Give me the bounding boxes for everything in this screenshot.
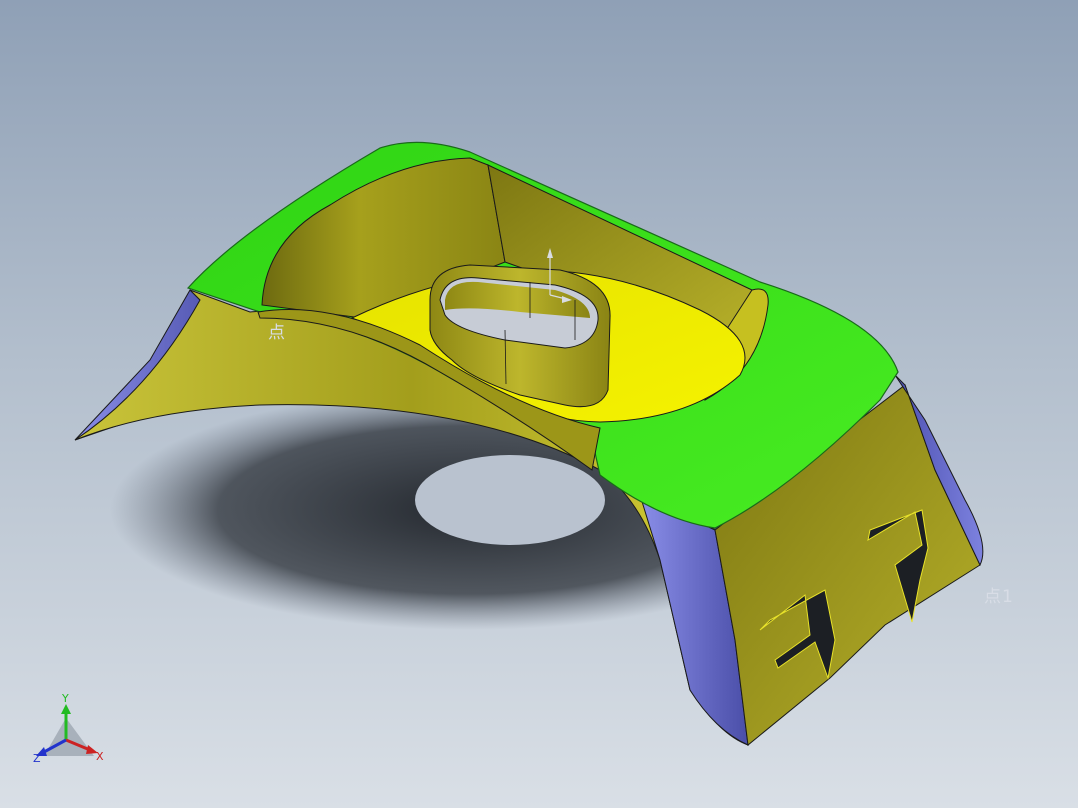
y-arrow-icon: [61, 704, 71, 714]
orientation-triad[interactable]: Y X Z: [30, 690, 110, 770]
triad-base: [44, 718, 94, 756]
point-label-right[interactable]: 点1: [984, 582, 1014, 607]
point-label-left[interactable]: 点: [268, 318, 286, 343]
z-axis-label: Z: [33, 752, 41, 765]
model-view[interactable]: [0, 0, 1078, 808]
y-axis-label: Y: [61, 692, 69, 705]
x-axis-label: X: [96, 750, 104, 763]
graphics-viewport[interactable]: 点 点1 Y X Z: [0, 0, 1078, 808]
